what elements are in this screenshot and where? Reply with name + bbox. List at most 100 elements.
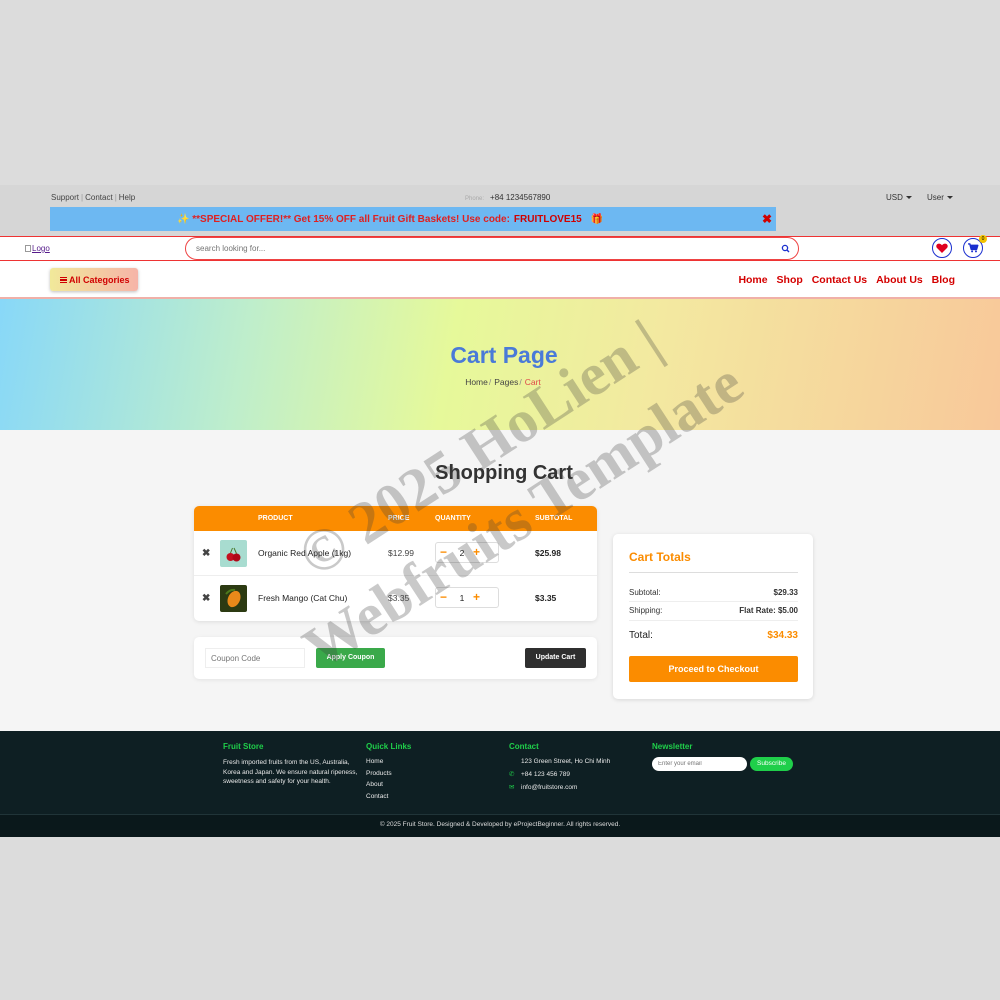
nav-links: Home Shop Contact Us About Us Blog [732, 274, 955, 286]
plus-icon[interactable]: + [473, 546, 480, 558]
user-dropdown[interactable]: User [927, 193, 953, 202]
footer-quick-links: Quick Links Home Products About Contact [366, 742, 411, 804]
cart-table-header: PRODUCT PRICE QUANTITY SUBTOTAL [194, 506, 597, 531]
footer-link-about[interactable]: About [366, 781, 411, 788]
coupon-box: Apply Coupon Update Cart [194, 637, 597, 679]
nav-home[interactable]: Home [738, 274, 767, 286]
page-hero: Cart Page Home/Pages/Cart [0, 299, 1000, 430]
search-icon[interactable] [780, 243, 792, 255]
cart-button[interactable]: 0 [963, 235, 987, 258]
column-header: PRICE [388, 515, 410, 522]
all-categories-button[interactable]: All Categories [50, 268, 138, 291]
page: Support | Contact | Help Phone: +84 123456789… [0, 185, 1000, 837]
logo-broken-image-icon [25, 245, 31, 252]
quantity-stepper: − 1 + [435, 587, 499, 608]
footer-newsletter: Newsletter [652, 742, 692, 758]
footer-address: 123 Green Street, Ho Chi Minh [509, 758, 610, 765]
column-header: SUBTOTAL [535, 515, 573, 522]
update-cart-button[interactable]: Update Cart [525, 648, 586, 668]
envelope-icon: ✉ [509, 784, 515, 791]
minus-icon[interactable]: − [440, 546, 447, 558]
nav-about-us[interactable]: About Us [876, 274, 923, 286]
product-price: $3.35 [388, 593, 410, 603]
footer-contact-title: Contact [509, 742, 539, 751]
footer: Fruit Store Fresh imported fruits from t… [0, 731, 1000, 837]
footer-link-contact[interactable]: Contact [366, 793, 411, 800]
footer-link-home[interactable]: Home [366, 758, 411, 765]
header: Logo 0 [0, 235, 1000, 261]
total-label: Total: [629, 630, 653, 641]
subscribe-button[interactable]: Subscribe [750, 757, 793, 771]
chevron-down-icon [946, 196, 953, 200]
footer-quick-title: Quick Links [366, 742, 412, 751]
main-nav: All Categories Home Shop Contact Us Abou… [0, 262, 1000, 299]
offer-code: FRUITLOVE15 [513, 214, 582, 225]
support-link[interactable]: Support [51, 193, 79, 202]
minus-icon[interactable]: − [440, 591, 447, 603]
breadcrumb-current: Cart [524, 377, 541, 387]
subtotal-value: $29.33 [773, 588, 798, 597]
product-name[interactable]: Fresh Mango (Cat Chu) [258, 593, 347, 603]
newsletter-email-input[interactable] [652, 757, 747, 771]
footer-email-text[interactable]: info@fruitstore.com [521, 784, 577, 791]
copyright: © 2025 Fruit Store. Designed & Developed… [0, 814, 1000, 837]
map-marker-icon [509, 758, 521, 765]
logo[interactable]: Logo [25, 244, 50, 253]
footer-email: ✉ info@fruitstore.com [509, 783, 610, 791]
footer-store: Fruit Store Fresh imported fruits from t… [223, 742, 358, 787]
special-offer-banner: ✨ **SPECIAL OFFER!** Get 15% OFF all Fru… [50, 207, 776, 231]
footer-store-title: Fruit Store [223, 742, 264, 751]
coupon-input[interactable] [205, 648, 305, 668]
footer-contact: Contact 123 Green Street, Ho Chi Minh ✆ +… [509, 742, 610, 796]
nav-shop[interactable]: Shop [777, 274, 803, 286]
top-bar: Support | Contact | Help Phone: +84 123456789… [0, 185, 1000, 236]
shipping-line: Shipping: Flat Rate: $5.00 [629, 606, 798, 615]
menu-icon [60, 277, 67, 283]
search-bar [185, 237, 799, 260]
plus-icon[interactable]: + [473, 591, 480, 603]
footer-link-products[interactable]: Products [366, 770, 411, 777]
breadcrumb-home[interactable]: Home [465, 377, 488, 387]
cart-section: Shopping Cart PRODUCT PRICE QUANTITY SUB… [0, 430, 1000, 731]
product-name[interactable]: Organic Red Apple (1kg) [258, 548, 351, 558]
subtotal-label: Subtotal: [629, 588, 661, 597]
shopping-cart-title: Shopping Cart [435, 462, 573, 484]
help-link[interactable]: Help [119, 193, 135, 202]
column-header: PRODUCT [258, 515, 293, 522]
apply-coupon-button[interactable]: Apply Coupon [316, 648, 385, 668]
page-title: Cart Page [450, 342, 558, 368]
currency-dropdown[interactable]: USD [886, 193, 912, 202]
user-label: User [927, 193, 944, 202]
top-phone: Phone: +84 1234567890 [465, 193, 550, 202]
shipping-label: Shipping: [629, 606, 663, 615]
gift-icon: 🎁 [590, 214, 603, 225]
logo-alt-text: Logo [32, 244, 50, 253]
footer-phone: ✆ +84 123 456 789 [509, 770, 610, 778]
footer-phone-text: +84 123 456 789 [521, 771, 570, 778]
quantity-value[interactable]: 2 [456, 548, 468, 558]
remove-item-icon[interactable]: ✖ [202, 593, 210, 604]
offer-text-wrap: ✨ **SPECIAL OFFER!** Get 15% OFF all Fru… [50, 214, 730, 225]
phone-number: +84 1234567890 [490, 193, 551, 202]
nav-contact-us[interactable]: Contact Us [812, 274, 867, 286]
product-thumbnail-apple [220, 540, 247, 567]
product-thumbnail-mango [220, 585, 247, 612]
remove-item-icon[interactable]: ✖ [202, 548, 210, 559]
cart-row: ✖ Fresh Mango (Cat Chu) $3.35 − 1 + $3.3… [194, 576, 597, 621]
cart-totals: Cart Totals Subtotal: $29.33 Shipping: F… [613, 534, 813, 699]
product-price: $12.99 [388, 548, 414, 558]
cart-row: ✖ Organic Red Apple (1kg) $12.99 − 2 + $… [194, 531, 597, 576]
quantity-stepper: − 2 + [435, 542, 499, 563]
cart-table: PRODUCT PRICE QUANTITY SUBTOTAL ✖ Organi… [194, 506, 597, 621]
total-value: $34.33 [767, 630, 798, 641]
close-icon[interactable]: ✖ [762, 212, 772, 226]
quantity-value[interactable]: 1 [456, 593, 468, 603]
contact-link[interactable]: Contact [85, 193, 113, 202]
offer-text: ✨ **SPECIAL OFFER!** Get 15% OFF all Fru… [177, 214, 510, 225]
breadcrumb-pages[interactable]: Pages [494, 377, 518, 387]
footer-newsletter-title: Newsletter [652, 742, 693, 751]
wishlist-button[interactable] [932, 238, 952, 258]
search-input[interactable] [196, 244, 756, 253]
proceed-to-checkout-button[interactable]: Proceed to Checkout [629, 656, 798, 682]
nav-blog[interactable]: Blog [932, 274, 955, 286]
